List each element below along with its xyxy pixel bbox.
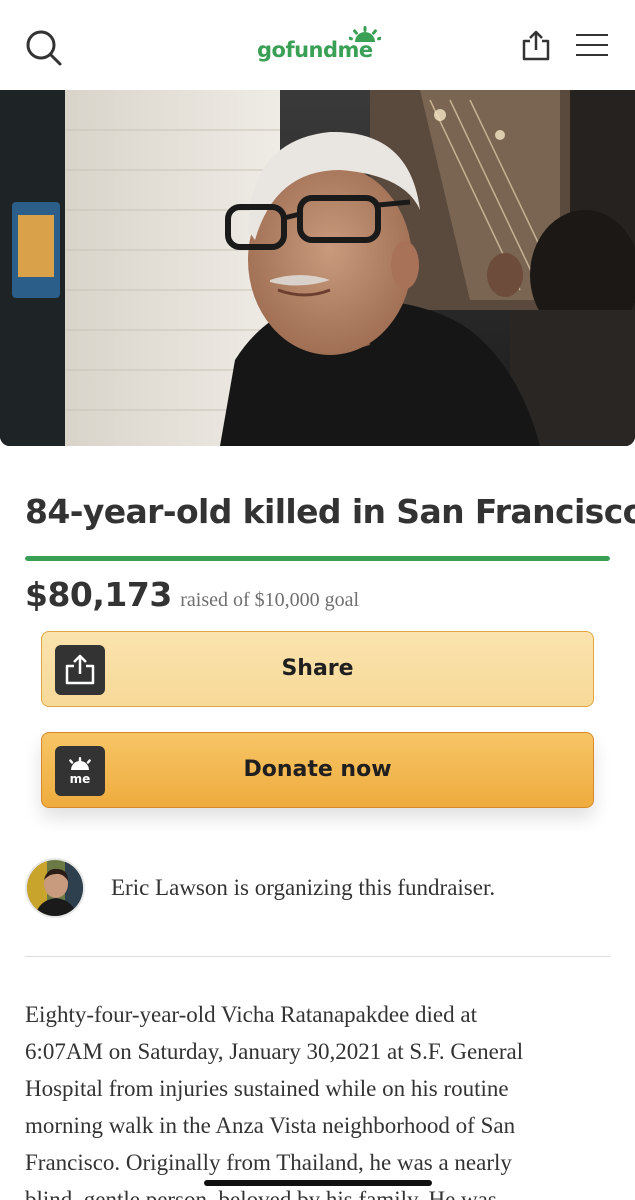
story-line: Francisco. Originally from Thailand, he …	[25, 1150, 512, 1175]
share-button-label: Share	[281, 656, 354, 681]
story-line: morning walk in the Anza Vista neighborh…	[25, 1113, 516, 1138]
progress-bar-fill	[25, 556, 610, 561]
organizer-text: Eric Lawson is organizing this fundraise…	[111, 875, 496, 900]
hamburger-menu-icon[interactable]	[576, 34, 608, 58]
story-line: Eighty-four-year-old Vicha Ratanapakdee …	[25, 1002, 477, 1027]
amount-raised: $80,173 raised of $10,000 goal	[25, 575, 359, 614]
logo-sunburst-icon	[349, 26, 381, 42]
section-divider	[25, 956, 610, 957]
gofundme-logo[interactable]: gofundme	[257, 26, 381, 66]
donate-now-button[interactable]: me Donate now	[41, 732, 594, 808]
top-nav: gofundme	[0, 0, 635, 90]
campaign-hero-image	[0, 90, 635, 446]
donate-button-label: Donate now	[243, 757, 392, 782]
funding-progress-bar	[25, 556, 610, 561]
campaign-story: Eighty-four-year-old Vicha Ratanapakdee …	[25, 996, 610, 1200]
story-line: Hospital from injuries sustained while o…	[25, 1076, 509, 1101]
campaign-title: 84-year-old killed in San Francisco	[25, 492, 635, 531]
organizer-avatar[interactable]	[25, 858, 85, 918]
search-icon[interactable]	[24, 28, 64, 68]
raised-goal-text: raised of $10,000 goal	[180, 589, 360, 611]
share-icon[interactable]	[519, 28, 553, 62]
story-line: 6:07AM on Saturday, January 30,2021 at S…	[25, 1039, 524, 1064]
raised-amount: $80,173	[25, 575, 172, 614]
share-button[interactable]: Share	[41, 631, 594, 707]
home-indicator[interactable]	[204, 1180, 432, 1186]
